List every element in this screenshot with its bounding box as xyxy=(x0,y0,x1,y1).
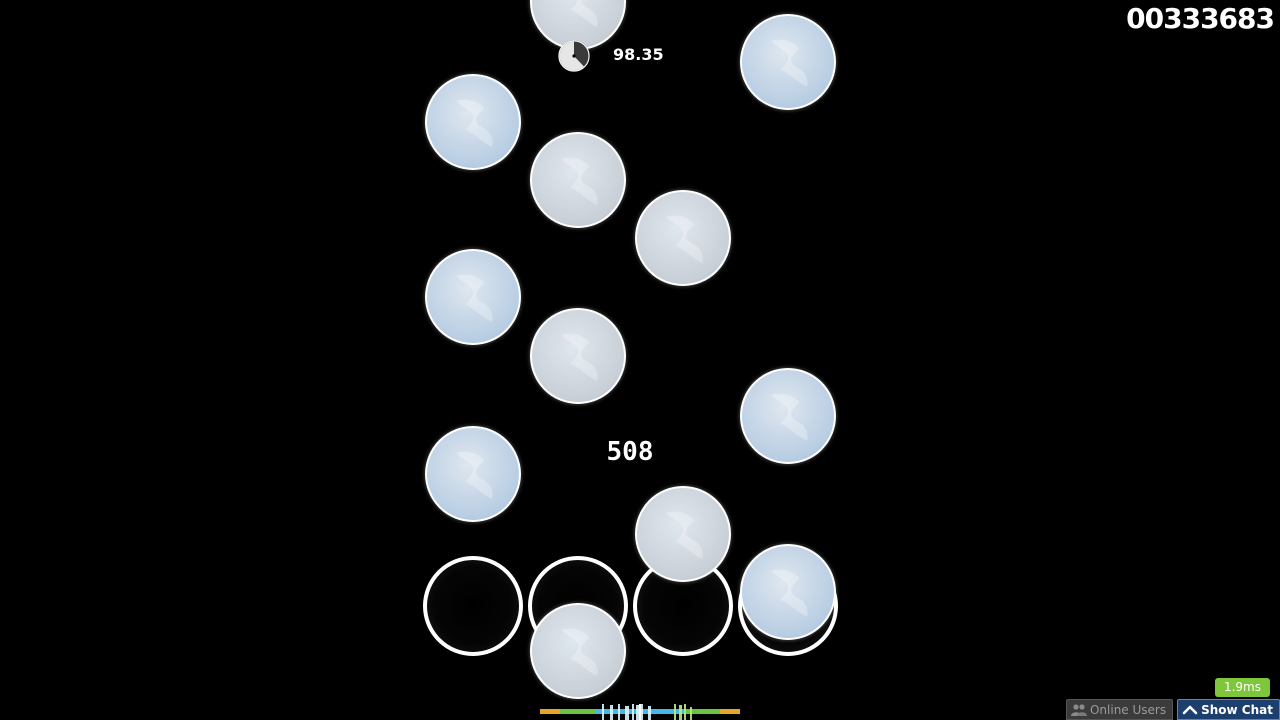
show-chat-button[interactable]: Show Chat xyxy=(1177,699,1280,720)
note-lane-1 xyxy=(425,426,521,522)
receptor-lane-1 xyxy=(423,556,523,656)
show-chat-label: Show Chat xyxy=(1201,702,1273,717)
note-lane-1 xyxy=(425,74,521,170)
users-icon xyxy=(1070,703,1087,716)
game-screen: 00333683 98.35 508 1.9ms Online Users Sh… xyxy=(0,0,1280,720)
note-lane-2 xyxy=(530,308,626,404)
note-lane-3 xyxy=(635,190,731,286)
note-lane-4 xyxy=(740,14,836,110)
note-lane-1 xyxy=(425,249,521,345)
online-users-label: Online Users xyxy=(1089,702,1167,717)
note-lane-4 xyxy=(740,368,836,464)
score-counter: 00333683 xyxy=(1126,2,1275,35)
note-lane-4 xyxy=(740,544,836,640)
combo-counter: 508 xyxy=(606,437,654,467)
note-lane-3 xyxy=(635,486,731,582)
pie-progress-icon xyxy=(558,40,590,72)
note-lane-2 xyxy=(530,603,626,699)
latency-badge: 1.9ms xyxy=(1214,678,1270,697)
online-users-button[interactable]: Online Users xyxy=(1065,699,1174,720)
accuracy-display: 98.35 xyxy=(613,45,664,64)
chevron-up-icon xyxy=(1182,705,1198,714)
note-lane-2 xyxy=(530,132,626,228)
bottom-bar: Online Users Show Chat xyxy=(1065,699,1280,720)
hit-error-meter xyxy=(540,704,740,720)
